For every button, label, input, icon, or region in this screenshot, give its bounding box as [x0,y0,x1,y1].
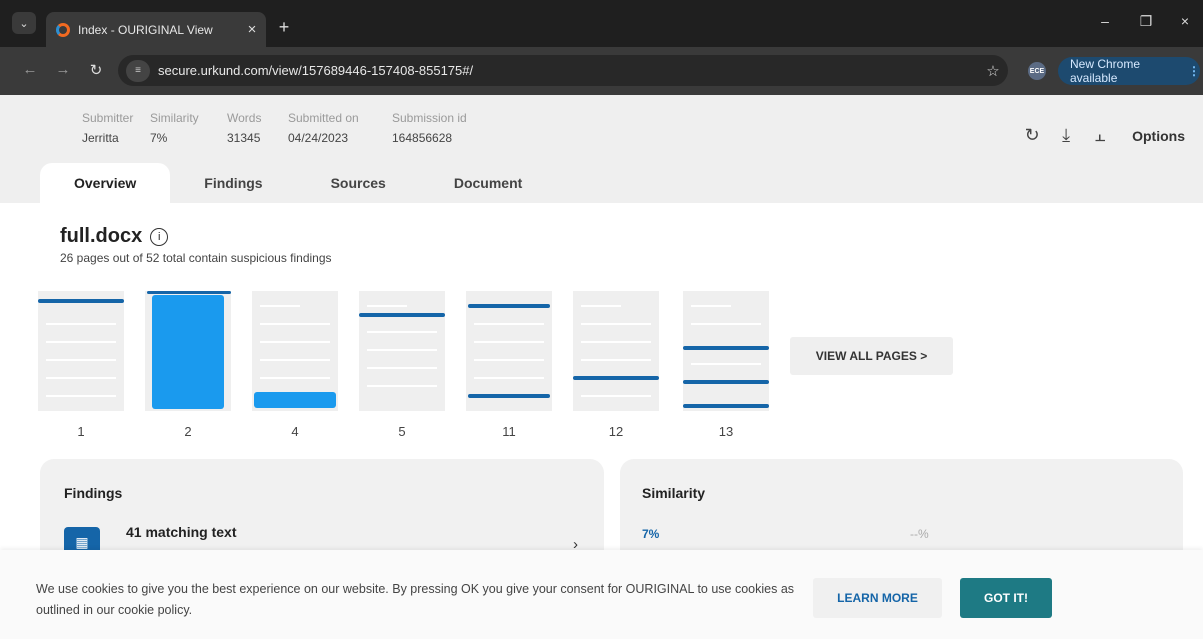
minimize-icon[interactable]: – [1090,13,1120,29]
page-thumbnail[interactable] [145,291,231,411]
page-number: 4 [291,424,299,439]
submission-header: Submitter Jerritta Similarity 7% Words 3… [0,95,1203,203]
chrome-update-button[interactable]: New Chrome available ⋮ [1058,57,1200,85]
back-icon[interactable]: ← [20,61,40,78]
page-number: 11 [502,424,516,439]
page-thumbnail[interactable] [466,291,552,411]
meta-label: Similarity [150,111,199,125]
meta-value: Jerritta [82,131,119,145]
header-actions: ↻ ⤓ ⫠ Options [1022,125,1185,146]
got-it-button[interactable]: GOT IT! [960,578,1052,618]
download-icon[interactable]: ⤓ [1056,125,1076,146]
learn-more-button[interactable]: LEARN MORE [813,578,942,618]
restore-icon[interactable]: ❐ [1131,13,1161,30]
more-menu-icon: ⋮ [1188,64,1200,78]
meta-label: Submitted on [288,111,359,125]
tab-sources[interactable]: Sources [297,163,420,203]
meta-value: 7% [150,131,168,145]
address-bar[interactable]: ≡ secure.urkund.com/view/157689446-15740… [118,55,1008,86]
bookmark-star-icon[interactable]: ☆ [978,62,1008,80]
similarity-card-title: Similarity [642,485,706,501]
meta-submitted-on: Submitted on 04/24/2023 [288,111,359,145]
page-thumbnail[interactable] [573,291,659,411]
page-number: 2 [184,424,192,439]
page-thumbnail[interactable] [38,291,124,411]
reload-icon[interactable]: ↻ [86,61,106,79]
meta-label: Submission id [392,111,467,125]
site-info-icon[interactable]: ≡ [126,59,150,82]
tab-close-icon[interactable]: × [238,21,266,38]
document-title: full.docx i [60,225,169,248]
meta-similarity: Similarity 7% [150,111,199,145]
update-label: New Chrome available [1070,57,1141,85]
cookie-banner: We use cookies to give you the best expe… [0,550,1203,639]
page-number: 12 [608,424,624,439]
browser-tabstrip: ⌄ Index - OURIGINAL View × + – ❐ × [0,0,1203,47]
similarity-value-secondary: --% [910,527,929,541]
tab-document[interactable]: Document [420,163,556,203]
forward-icon[interactable]: → [53,61,73,78]
ouriginal-favicon-icon [56,22,70,37]
url-text[interactable]: secure.urkund.com/view/157689446-157408-… [158,63,978,78]
refresh-icon[interactable]: ↻ [1022,125,1042,146]
matching-text-label[interactable]: 41 matching text [126,524,236,540]
info-icon[interactable]: i [150,227,169,246]
tab-findings[interactable]: Findings [170,163,296,203]
meta-words: Words 31345 [227,111,261,145]
findings-card-title: Findings [64,485,123,501]
tab-overview[interactable]: Overview [40,163,171,203]
similarity-value: 7% [642,527,660,541]
view-all-pages-button[interactable]: VIEW ALL PAGES > [790,337,953,375]
browser-toolbar: ← → ↻ ≡ secure.urkund.com/view/157689446… [0,47,1203,95]
page-number: 13 [718,424,734,439]
options-button[interactable]: Options [1132,128,1185,144]
findings-summary: 26 pages out of 52 total contain suspici… [60,251,332,265]
tab-search-chevron-icon[interactable]: ⌄ [12,12,36,34]
extension-icon[interactable]: ECE [1028,62,1046,80]
meta-value: 164856628 [392,131,453,145]
page-number: 1 [77,424,85,439]
meta-value: 31345 [227,131,261,145]
meta-value: 04/24/2023 [288,131,349,145]
meta-submitter: Submitter Jerritta [82,111,133,145]
browser-tab[interactable]: Index - OURIGINAL View × [46,12,266,47]
meta-label: Submitter [82,111,134,125]
new-tab-icon[interactable]: + [273,16,295,38]
page-thumbnail[interactable] [252,291,338,411]
page-thumbnail[interactable] [359,291,445,411]
window-close-icon[interactable]: × [1170,13,1200,29]
tab-title: Index - OURIGINAL View [78,22,213,37]
page-number: 5 [398,424,406,439]
share-icon[interactable]: ⫠ [1090,125,1110,146]
page-thumbnail[interactable] [683,291,769,411]
cookie-text: We use cookies to give you the best expe… [36,582,795,617]
meta-submission-id: Submission id 164856628 [392,111,467,145]
meta-label: Words [227,111,262,125]
file-name: full.docx [60,225,143,247]
view-tabs: Overview Findings Sources Document [40,163,556,203]
